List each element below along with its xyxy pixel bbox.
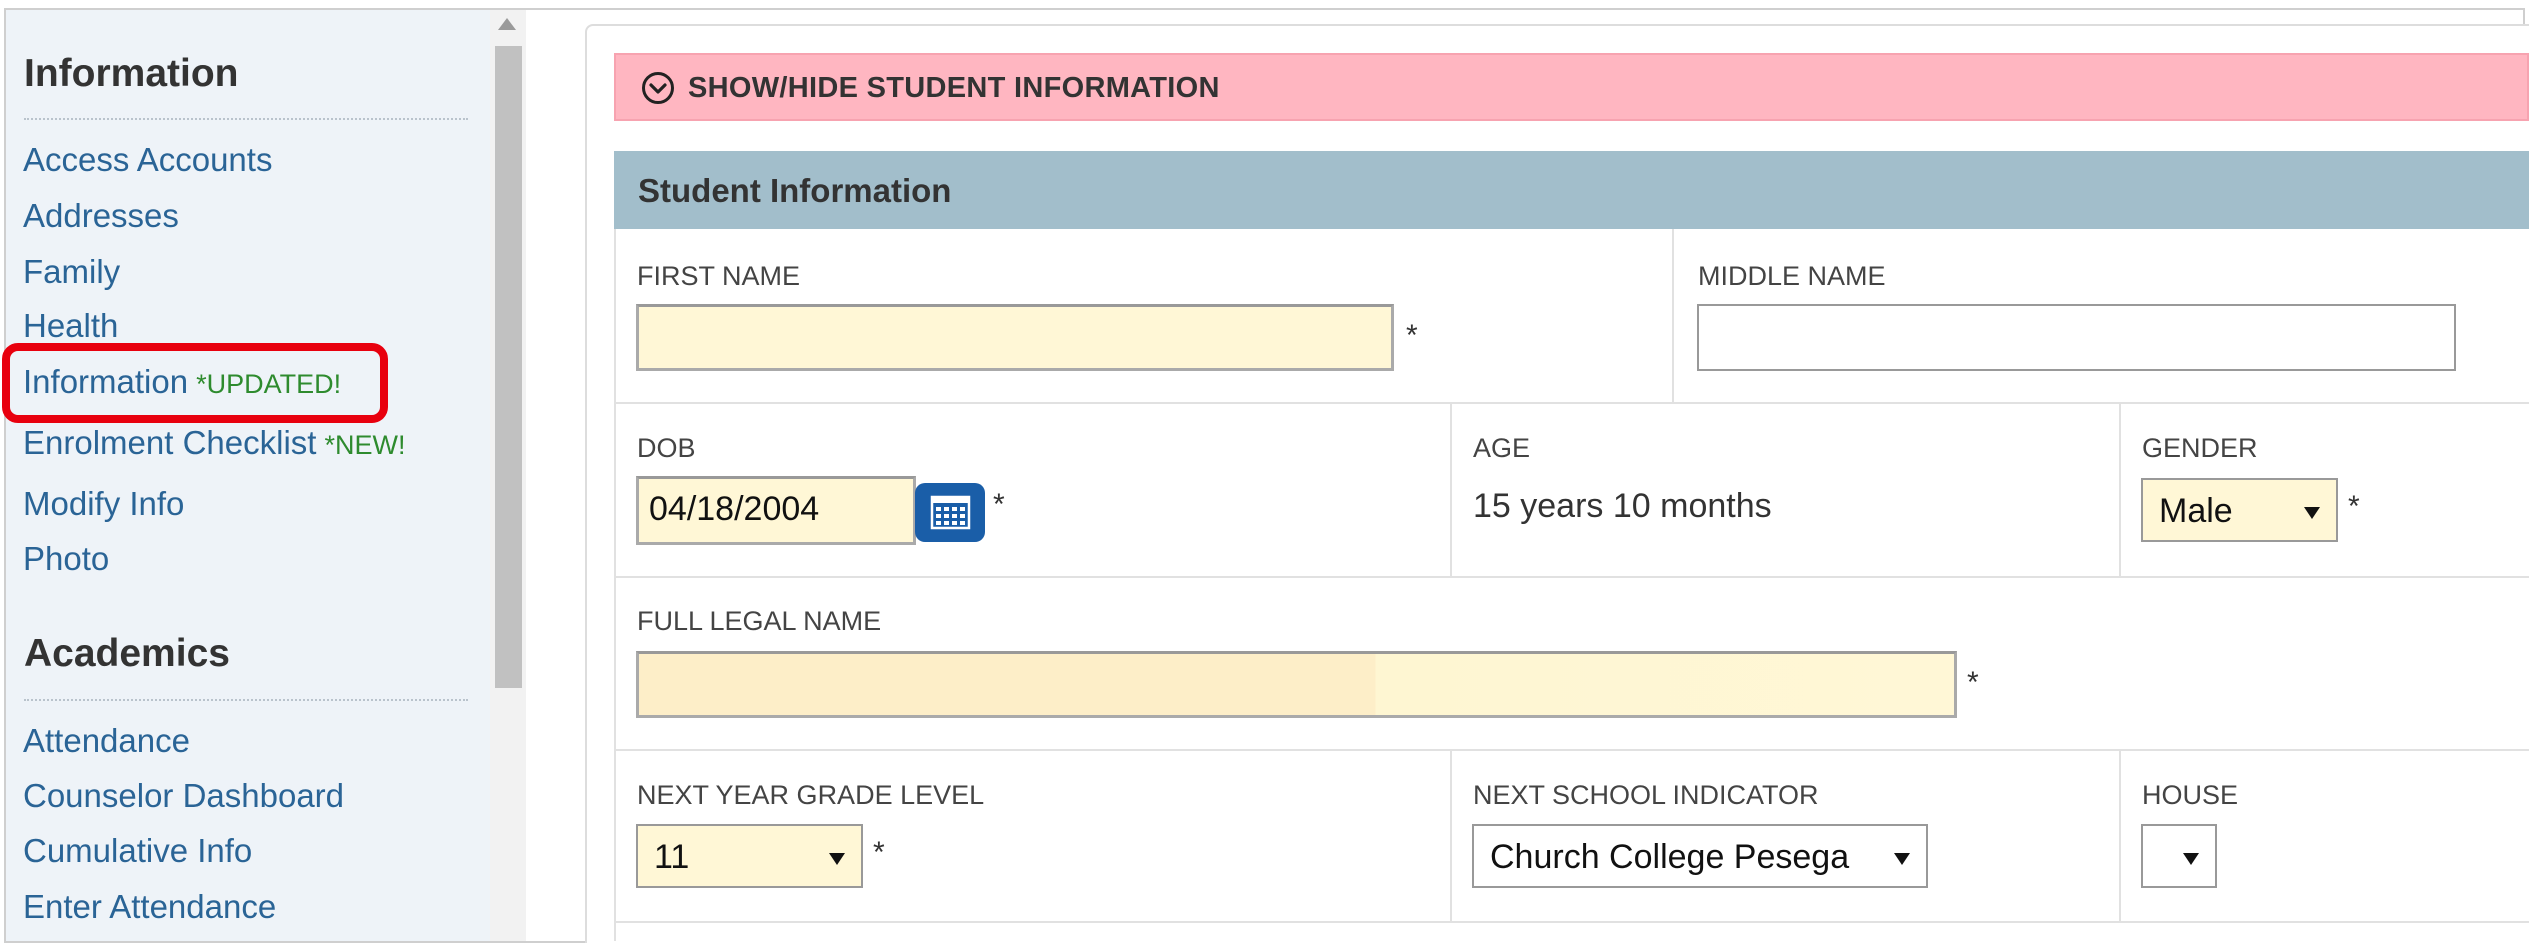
sidebar-heading-information: Information <box>24 52 239 95</box>
section-title: Student Information <box>638 172 952 209</box>
form-row-divider <box>614 921 2529 923</box>
section-header: Student Information <box>614 151 2529 229</box>
form-row-divider <box>614 402 2529 404</box>
sidebar-divider <box>24 118 468 120</box>
form-border-left <box>614 229 616 941</box>
form-divider <box>1450 749 1452 922</box>
form-divider <box>1450 402 1452 576</box>
age-label: AGE <box>1473 433 1531 463</box>
sidebar-link-health[interactable]: Health <box>23 307 118 345</box>
chevron-circle-down-icon <box>642 72 674 104</box>
form-divider <box>2119 749 2121 922</box>
sidebar-link-enrolment-checklist[interactable]: Enrolment Checklist *NEW! <box>23 424 405 462</box>
form-row-divider <box>614 576 2529 578</box>
calendar-button[interactable] <box>915 483 985 542</box>
next-school-indicator-select[interactable]: Church College Pesega <box>1472 824 1928 888</box>
sidebar-link-enter-attendance[interactable]: Enter Attendance <box>23 888 276 926</box>
dropdown-arrow-icon <box>829 853 845 865</box>
gender-select[interactable]: Male <box>2141 478 2338 542</box>
sidebar-link-access-accounts[interactable]: Access Accounts <box>23 141 272 179</box>
house-label: HOUSE <box>2142 780 2239 810</box>
sidebar-divider <box>24 699 468 701</box>
scroll-up-arrow-icon[interactable] <box>498 18 516 30</box>
sidebar-heading-academics: Academics <box>24 632 230 675</box>
full-legal-name-label: FULL LEGAL NAME <box>637 606 882 636</box>
sidebar-link-cumulative-info[interactable]: Cumulative Info <box>23 832 252 870</box>
required-asterisk: * <box>1406 319 1418 352</box>
dob-input[interactable]: 04/18/2004 <box>636 476 916 545</box>
grade-selected-value: 11 <box>654 838 690 876</box>
house-select[interactable] <box>2141 824 2217 888</box>
next-year-grade-select[interactable]: 11 <box>636 824 863 888</box>
sidebar-link-counselor-dashboard[interactable]: Counselor Dashboard <box>23 777 344 815</box>
form-divider <box>1672 229 1674 402</box>
age-value: 15 years 10 months <box>1473 487 1772 525</box>
first-name-input[interactable] <box>636 304 1394 371</box>
dropdown-arrow-icon <box>1894 853 1910 865</box>
show-hide-student-info-toggle[interactable]: SHOW/HIDE STUDENT INFORMATION <box>614 53 2529 121</box>
next-year-grade-label: NEXT YEAR GRADE LEVEL <box>637 780 985 810</box>
scrollbar-thumb[interactable] <box>495 46 522 688</box>
full-legal-name-input[interactable] <box>636 651 1957 718</box>
sidebar-link-modify-info[interactable]: Modify Info <box>23 485 184 523</box>
sidebar-link-family[interactable]: Family <box>23 253 120 291</box>
sidebar-link-label[interactable]: Enrolment Checklist <box>23 424 316 461</box>
required-asterisk: * <box>993 488 1005 521</box>
new-badge: *NEW! <box>324 430 406 460</box>
required-asterisk: * <box>1967 666 1979 699</box>
gender-selected-value: Male <box>2159 492 2233 530</box>
calendar-icon <box>930 495 971 530</box>
required-asterisk: * <box>873 836 885 869</box>
sidebar-link-photo[interactable]: Photo <box>23 540 109 578</box>
highlight-annotation <box>2 343 388 423</box>
dob-label: DOB <box>637 433 696 463</box>
form-row-divider <box>614 749 2529 751</box>
gender-label: GENDER <box>2142 433 2258 463</box>
toggle-label: SHOW/HIDE STUDENT INFORMATION <box>688 72 1220 104</box>
middle-name-input[interactable] <box>1697 304 2456 371</box>
required-asterisk: * <box>2348 490 2360 523</box>
middle-name-label: MIDDLE NAME <box>1698 261 1886 291</box>
form-divider <box>2119 402 2121 576</box>
dropdown-arrow-icon <box>2304 507 2320 519</box>
next-school-indicator-label: NEXT SCHOOL INDICATOR <box>1473 780 1819 810</box>
sidebar-link-addresses[interactable]: Addresses <box>23 197 179 235</box>
sidebar-nav: Information Access Accounts Addresses Fa… <box>6 10 490 941</box>
sidebar-link-attendance[interactable]: Attendance <box>23 722 190 760</box>
first-name-label: FIRST NAME <box>637 261 801 291</box>
next-school-selected-value: Church College Pesega <box>1490 838 1850 876</box>
dropdown-arrow-icon <box>2183 853 2199 865</box>
